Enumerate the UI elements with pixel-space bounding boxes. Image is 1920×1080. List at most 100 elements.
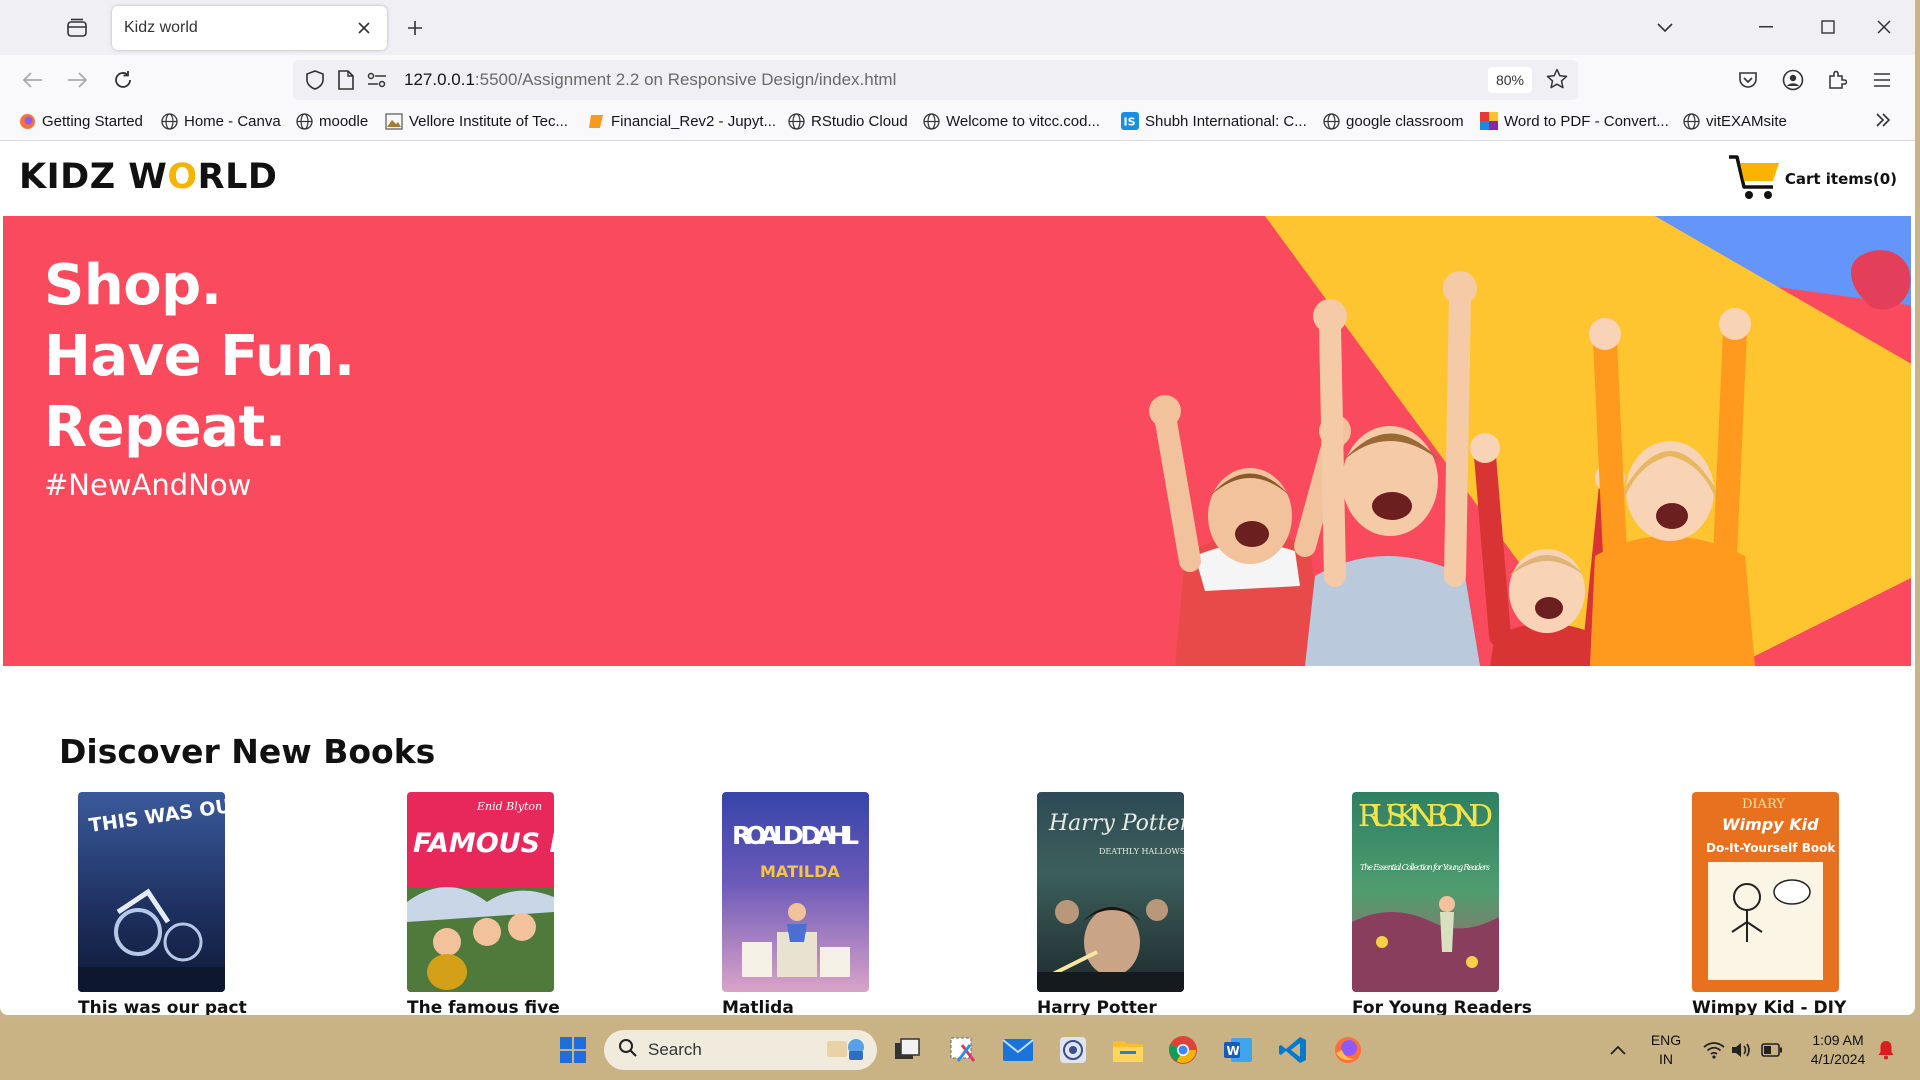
book-title[interactable]: The famous five [407, 998, 607, 1015]
extensions-icon[interactable] [1823, 66, 1851, 94]
svg-text:IS: IS [1124, 116, 1136, 129]
word-icon[interactable]: W [1218, 1030, 1258, 1070]
firefox-icon [18, 112, 36, 130]
url-path: :5500/Assignment 2.2 on Responsive Desig… [474, 70, 897, 89]
notification-bell-icon[interactable] [1866, 1030, 1906, 1070]
book-card[interactable]: DIARY Wimpy Kid Do-It-Yourself Book Wimp… [1692, 792, 1892, 1015]
mail-icon[interactable] [998, 1030, 1038, 1070]
address-bar[interactable]: 127.0.0.1:5500/Assignment 2.2 on Respons… [293, 60, 1578, 100]
bookmark-vellore-institute[interactable]: Vellore Institute of Tec... [385, 112, 568, 130]
tab-kidz-world[interactable]: Kidz world [112, 6, 387, 50]
bookmark-star-icon[interactable] [1546, 68, 1568, 94]
book-cover-image[interactable]: RUSKIN BOND The Essential Collection for… [1352, 792, 1499, 992]
chevron-up-icon[interactable] [1598, 1030, 1638, 1070]
menu-icon[interactable] [1868, 66, 1896, 94]
tab-title: Kidz world [124, 19, 198, 36]
svg-text:W: W [1227, 1044, 1240, 1058]
book-cover-image[interactable]: ROALD DAHL MATILDA [722, 792, 869, 992]
book-cover-image[interactable]: Enid Blyton FAMOUS FIVE [407, 792, 554, 992]
battery-icon[interactable] [1752, 1030, 1792, 1070]
maximize-icon[interactable] [1808, 10, 1848, 44]
hero-banner: Shop. Have Fun. Repeat. #NewAndNow [3, 216, 1911, 666]
bookmark-shubh-international[interactable]: IS Shubh International: C... [1121, 112, 1307, 130]
language-indicator[interactable]: ENG IN [1648, 1031, 1684, 1069]
book-cover-image[interactable]: Harry Potter DEATHLY HALLOWS [1037, 792, 1184, 992]
tab-overview-icon[interactable] [60, 14, 94, 42]
pocket-icon[interactable] [1734, 66, 1762, 94]
logo-accent-letter: O [167, 157, 198, 197]
shield-icon[interactable] [303, 68, 327, 92]
cover-subtitle: The Essential Collection for Young Reade… [1360, 863, 1490, 872]
bookmark-home-canva[interactable]: Home - Canva [160, 112, 281, 130]
cover-title: FAMOUS FIVE [413, 828, 554, 859]
chevron-double-right-icon[interactable] [1874, 111, 1892, 133]
hero-hashtag: #NewAndNow [44, 468, 252, 502]
chrome-icon[interactable] [1163, 1030, 1203, 1070]
reload-icon[interactable] [107, 64, 139, 96]
globe-icon [160, 112, 178, 130]
bookmark-label: moodle [319, 112, 369, 130]
book-title[interactable]: For Young Readers [1352, 998, 1552, 1015]
book-cover-image[interactable]: THIS WAS OUR PACT [78, 792, 225, 992]
bookmark-financial-rev2[interactable]: Financial_Rev2 - Jupyt... [587, 112, 776, 130]
bookmark-vitcc-codes[interactable]: Welcome to vitcc.cod... [922, 112, 1100, 130]
site-logo[interactable]: KIDZ WORLD [19, 157, 277, 197]
close-tab-icon[interactable] [353, 17, 375, 39]
cover-subtitle: DEATHLY HALLOWS [1099, 847, 1184, 856]
account-icon[interactable] [1779, 66, 1807, 94]
book-card[interactable]: Harry Potter DEATHLY HALLOWS Harry Potte… [1037, 792, 1237, 1015]
task-view-icon[interactable] [887, 1030, 927, 1070]
hero-kids-illustration [1149, 216, 1911, 666]
taskbar-search-box[interactable]: Search [604, 1030, 877, 1070]
bookmark-word-to-pdf[interactable]: Word to PDF - Convert... [1480, 112, 1669, 130]
forward-arrow-icon[interactable] [61, 64, 93, 96]
bookmark-label: RStudio Cloud [811, 112, 908, 130]
book-title[interactable]: Harry Potter [1037, 998, 1237, 1015]
vscode-icon[interactable] [1273, 1030, 1313, 1070]
bookmark-label: vitEXAMsite [1706, 112, 1787, 130]
search-highlight-icon [823, 1033, 869, 1067]
permissions-icon[interactable] [365, 68, 389, 92]
cart-label: Cart items(0) [1784, 170, 1897, 188]
cover-author: Enid Blyton [476, 800, 542, 813]
new-tab-icon[interactable] [400, 13, 430, 43]
page-icon[interactable] [334, 68, 358, 92]
bookmark-moodle[interactable]: moodle [295, 112, 368, 130]
hero-line-repeat: Repeat. [44, 395, 286, 460]
back-arrow-icon[interactable] [17, 64, 49, 96]
chevron-down-icon[interactable] [1650, 13, 1680, 43]
bookmark-label: Home - Canva [184, 112, 281, 130]
bookmark-vitexamsite[interactable]: vitEXAMsite [1682, 112, 1787, 130]
book-title[interactable]: This was our pact [78, 998, 278, 1015]
book-card[interactable]: THIS WAS OUR PACT This was our pact [78, 792, 278, 1015]
globe-icon [787, 112, 805, 130]
globe-icon [295, 112, 313, 130]
book-card[interactable]: RUSKIN BOND The Essential Collection for… [1352, 792, 1552, 1015]
bookmark-label: google classroom [1346, 112, 1464, 130]
seal-app-icon[interactable] [1053, 1030, 1093, 1070]
tab-strip: Kidz world [0, 0, 1915, 55]
snipping-tool-icon[interactable] [943, 1030, 983, 1070]
globe-icon [1682, 112, 1700, 130]
bookmark-rstudio-cloud[interactable]: RStudio Cloud [787, 112, 908, 130]
cart-button[interactable]: Cart items(0) [1727, 153, 1897, 205]
bookmark-getting-started[interactable]: Getting Started [18, 112, 143, 130]
book-card[interactable]: Enid Blyton FAMOUS FIVE The famous five [407, 792, 607, 1015]
book-title[interactable]: Matlida [722, 998, 922, 1015]
cover-title: ROALD DAHL [732, 821, 859, 850]
minimize-icon[interactable] [1746, 10, 1786, 44]
shopping-cart-icon [1727, 153, 1781, 205]
firefox-taskbar-icon[interactable] [1328, 1030, 1368, 1070]
close-window-icon[interactable] [1864, 10, 1904, 44]
book-card[interactable]: ROALD DAHL MATILDA Matlida [722, 792, 922, 1015]
file-explorer-icon[interactable] [1108, 1030, 1148, 1070]
windows-start-icon[interactable] [553, 1030, 593, 1070]
taskbar: Search W ENG IN 1:09 AM 4/1/2024 [0, 1020, 1920, 1080]
cover-title: Harry Potter [1048, 811, 1184, 836]
book-title[interactable]: Wimpy Kid - DIY [1692, 998, 1892, 1015]
colorful-grid-icon [1480, 112, 1498, 130]
url-text[interactable]: 127.0.0.1:5500/Assignment 2.2 on Respons… [404, 70, 896, 90]
zoom-level-badge[interactable]: 80% [1488, 67, 1532, 93]
bookmark-google-classroom[interactable]: google classroom [1322, 112, 1464, 130]
book-cover-image[interactable]: DIARY Wimpy Kid Do-It-Yourself Book [1692, 792, 1839, 992]
